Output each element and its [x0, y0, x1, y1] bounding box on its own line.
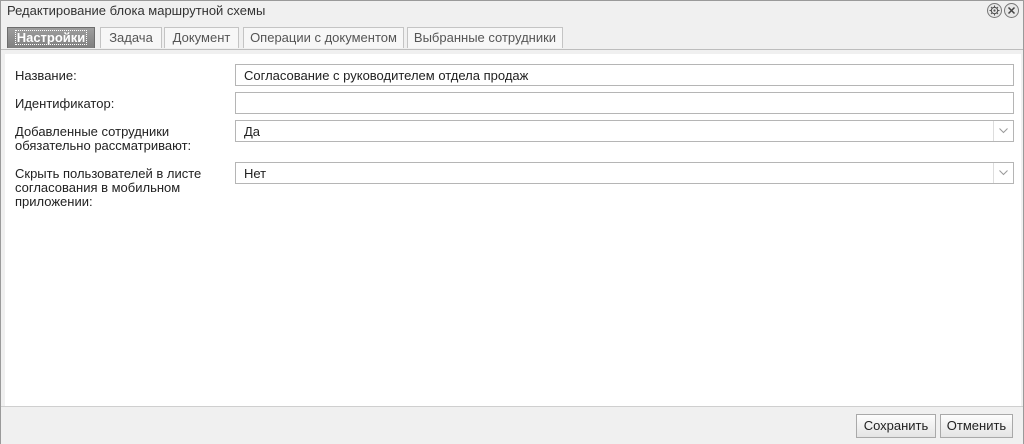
- settings-button[interactable]: [987, 3, 1002, 18]
- close-icon: [1007, 6, 1016, 15]
- identifier-input[interactable]: [235, 92, 1014, 114]
- chevron-down-icon: [999, 128, 1008, 134]
- title-bar: Редактирование блока маршрутной схемы: [1, 1, 1023, 21]
- close-button[interactable]: [1004, 3, 1019, 18]
- hide-users-value: Нет: [244, 166, 267, 181]
- hide-users-select[interactable]: Нет: [235, 162, 1014, 184]
- added-employees-label-line1: Добавленные сотрудники: [15, 124, 170, 139]
- chevron-down-icon: [999, 170, 1008, 176]
- tab-document[interactable]: Документ: [164, 27, 239, 48]
- settings-icon: [989, 5, 1000, 16]
- dialog-window: Редактирование блока маршрутной схемы На…: [0, 0, 1024, 444]
- added-employees-value: Да: [244, 124, 261, 139]
- added-employees-label: Добавленные сотрудники обязательно рассм…: [15, 125, 191, 153]
- identifier-label: Идентификатор:: [15, 96, 115, 111]
- added-employees-label-line2: обязательно рассматривают:: [15, 138, 192, 153]
- window-title: Редактирование блока маршрутной схемы: [7, 3, 266, 18]
- hide-users-label-line3: приложении:: [15, 194, 93, 209]
- tab-bar: Настройки Задача Документ Операции с док…: [1, 21, 1023, 50]
- tab-selected-employees[interactable]: Выбранные сотрудники: [407, 27, 563, 48]
- tab-document-operations[interactable]: Операции с документом: [243, 27, 404, 48]
- tab-task[interactable]: Задача: [100, 27, 162, 48]
- hide-users-label-line2: согласования в мобильном: [15, 180, 181, 195]
- name-label: Название:: [15, 68, 77, 83]
- name-input[interactable]: [235, 64, 1014, 86]
- tab-settings-label: Настройки: [14, 30, 88, 45]
- tab-settings[interactable]: Настройки: [7, 27, 95, 48]
- hide-users-label: Скрыть пользователей в листе согласовани…: [15, 167, 201, 209]
- added-employees-select[interactable]: Да: [235, 120, 1014, 142]
- hide-users-label-line1: Скрыть пользователей в листе: [15, 166, 202, 181]
- added-employees-dropdown[interactable]: [993, 121, 1013, 141]
- dialog-footer: Сохранить Отменить: [1, 406, 1023, 444]
- cancel-button[interactable]: Отменить: [940, 414, 1013, 438]
- save-button[interactable]: Сохранить: [856, 414, 936, 438]
- hide-users-dropdown[interactable]: [993, 163, 1013, 183]
- settings-panel: Название: Идентификатор: Добавленные сот…: [5, 54, 1021, 406]
